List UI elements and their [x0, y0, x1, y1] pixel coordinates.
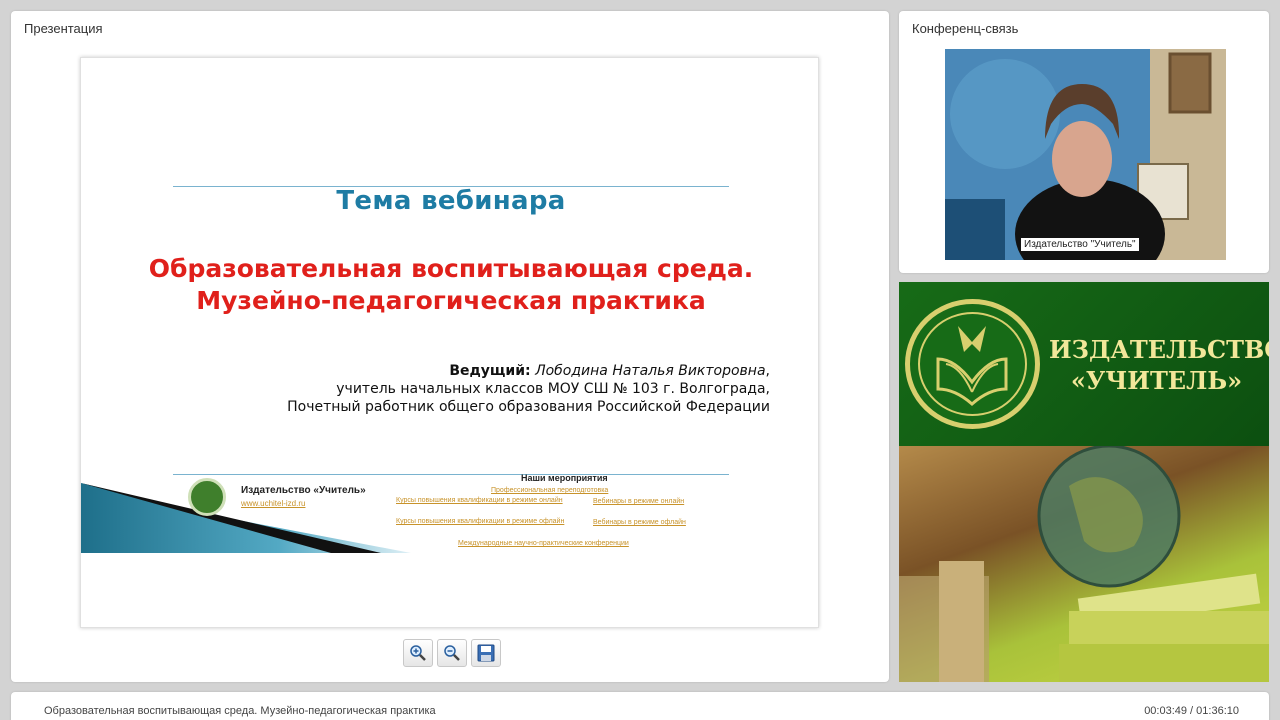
presentation-panel-title: Презентация: [24, 21, 103, 36]
slide-title-line2: Музейно-педагогическая практика: [196, 286, 706, 315]
banner-text-line2: «УЧИТЕЛЬ»: [1070, 366, 1243, 395]
bottom-status-bar: Образовательная воспитывающая среда. Муз…: [11, 692, 1269, 720]
slide-toolbar: [403, 639, 501, 667]
banner-text-line1: ИЗДАТЕЛЬСТВО: [1049, 335, 1269, 364]
publisher-logo: [188, 478, 226, 516]
event-link[interactable]: Вебинары в режиме онлайн: [593, 498, 684, 505]
presenter-line1: Ведущий: Лободина Наталья Викторовна,: [449, 363, 770, 379]
slide-topic: Тема вебинара: [336, 186, 566, 216]
publisher-url[interactable]: www.uchitel-izd.ru: [241, 499, 305, 508]
save-button[interactable]: [471, 639, 501, 667]
zoom-in-icon: [410, 645, 426, 661]
banner-header: ИЗДАТЕЛЬСТВО «УЧИТЕЛЬ»: [899, 282, 1269, 446]
event-link[interactable]: Курсы повышения квалификации в режиме он…: [396, 497, 566, 504]
video-participant-label: Издательство "Учитель": [1021, 238, 1139, 251]
slide-footer: Издательство «Учитель» www.uchitel-izd.r…: [81, 473, 818, 553]
conference-panel-title: Конференц-связь: [912, 21, 1019, 36]
event-link[interactable]: Профессиональная переподготовка: [491, 487, 608, 494]
presenter-line3: Почетный работник общего образования Рос…: [287, 399, 770, 415]
books-globe-illustration: [899, 446, 1269, 682]
event-link[interactable]: Международные научно-практические конфер…: [458, 540, 629, 547]
zoom-out-icon: [444, 645, 460, 661]
video-frame: [945, 49, 1226, 260]
banner-books-image: [899, 446, 1269, 682]
presentation-slide: Тема вебинара Образовательная воспитываю…: [80, 57, 819, 628]
video-feed[interactable]: Издательство "Учитель": [945, 49, 1226, 260]
recording-title: Образовательная воспитывающая среда. Муз…: [44, 705, 436, 717]
event-link[interactable]: Курсы повышения квалификации в режиме оф…: [396, 518, 566, 525]
book-emblem-icon: [936, 326, 1008, 406]
presentation-panel: Презентация Тема вебинара Образовательна…: [11, 11, 889, 682]
save-icon: [477, 644, 495, 662]
zoom-out-button[interactable]: [437, 639, 467, 667]
presenter-line2: учитель начальных классов МОУ СШ № 103 г…: [336, 381, 770, 397]
conference-panel: Конференц-связь Издательство "Учитель": [899, 11, 1269, 273]
presenter-label: Ведущий:: [449, 363, 531, 379]
publisher-logo-large: [905, 299, 1040, 429]
zoom-in-button[interactable]: [403, 639, 433, 667]
event-link[interactable]: Вебинары в режиме офлайн: [593, 519, 686, 526]
publisher-banner: ИЗДАТЕЛЬСТВО «УЧИТЕЛЬ»: [899, 282, 1269, 682]
events-title: Наши мероприятия: [521, 473, 608, 483]
publisher-name: Издательство «Учитель»: [241, 485, 366, 496]
presenter-name: Лободина Наталья Викторовна: [535, 363, 766, 379]
playback-time: 00:03:49 / 01:36:10: [1144, 705, 1239, 717]
slide-title-line1: Образовательная воспитывающая среда.: [148, 254, 754, 283]
